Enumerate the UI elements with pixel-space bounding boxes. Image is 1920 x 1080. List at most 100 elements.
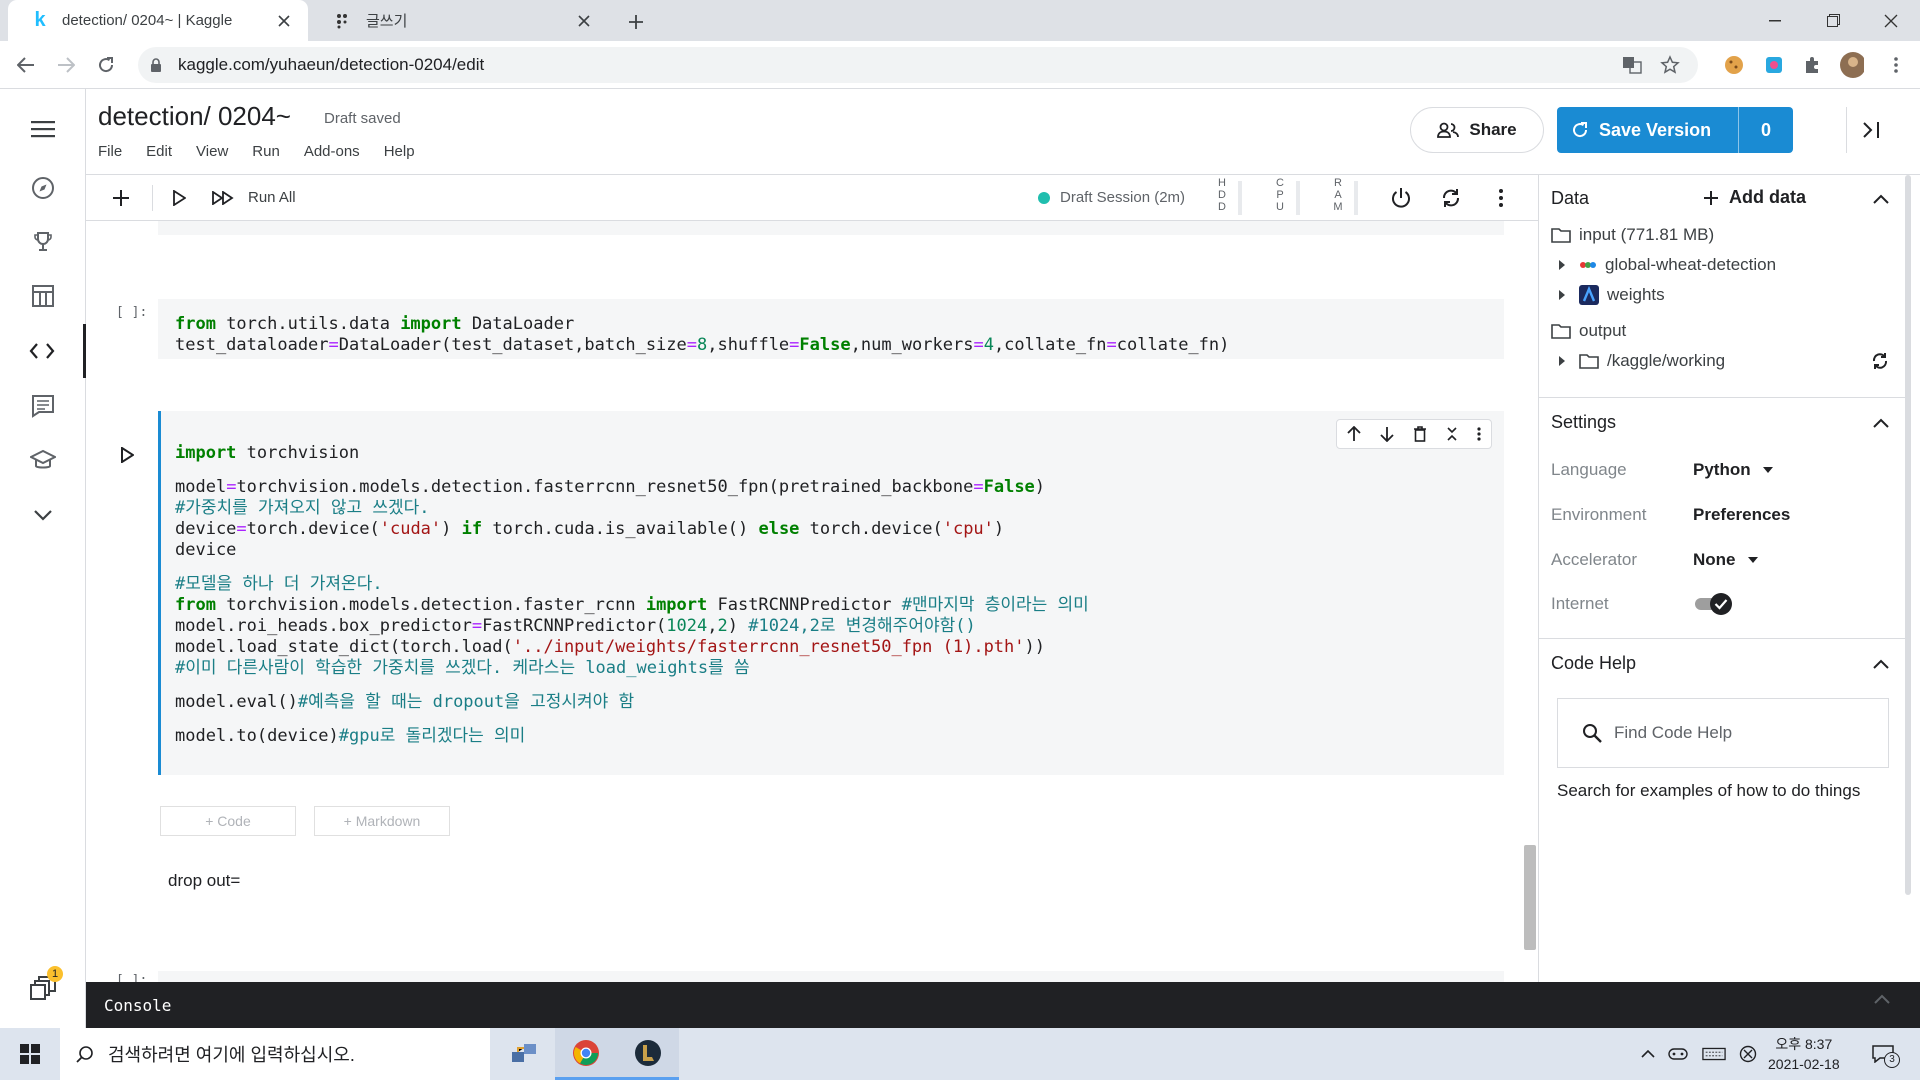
menu-addons[interactable]: Add-ons xyxy=(304,143,360,160)
notebook-title[interactable]: detection/ 0204~ xyxy=(98,101,291,132)
add-cell-icon[interactable] xyxy=(106,183,136,213)
reload-icon[interactable] xyxy=(92,51,120,79)
menu-view[interactable]: View xyxy=(196,143,228,160)
tab-kaggle[interactable]: k detection/ 0204~ | Kaggle xyxy=(8,0,308,41)
code-cell-partial[interactable] xyxy=(158,221,1504,235)
console-expand-chevron-up-icon[interactable] xyxy=(1874,994,1890,1004)
puzzle-extensions-icon[interactable] xyxy=(1800,53,1824,77)
browser-menu-icon[interactable] xyxy=(1884,53,1908,77)
tab-title: detection/ 0204~ | Kaggle xyxy=(62,12,233,29)
tab-close-icon[interactable] xyxy=(572,9,596,33)
language-select[interactable]: Python xyxy=(1693,460,1773,480)
collapse-cell-icon[interactable] xyxy=(1446,426,1458,442)
output-folder[interactable]: output xyxy=(1551,321,1626,341)
comments-icon[interactable] xyxy=(0,379,86,433)
markdown-cell-text[interactable]: drop out= xyxy=(168,871,240,891)
trophy-icon[interactable] xyxy=(0,215,86,269)
hamburger-menu-icon[interactable] xyxy=(0,102,86,156)
game-app-icon[interactable] xyxy=(617,1028,679,1080)
new-tab-icon[interactable] xyxy=(622,8,650,36)
code-cell-partial[interactable] xyxy=(158,971,1504,982)
notebook-scrollbar[interactable] xyxy=(1524,845,1536,950)
caret-right-icon[interactable] xyxy=(1559,260,1565,270)
dataset-item[interactable]: global-wheat-detection xyxy=(1559,255,1776,275)
code-icon[interactable] xyxy=(0,324,86,378)
code-help-collapse-chevron-up-icon[interactable] xyxy=(1869,652,1893,676)
minimize-icon[interactable] xyxy=(1746,0,1804,41)
menu-run[interactable]: Run xyxy=(252,143,280,160)
maximize-icon[interactable] xyxy=(1804,0,1862,41)
run-cell-icon[interactable] xyxy=(164,183,194,213)
tab-writing[interactable]: 글쓰기 xyxy=(312,0,608,41)
collapse-panel-icon[interactable] xyxy=(1846,107,1894,153)
action-center-icon[interactable]: 3 xyxy=(1866,1040,1900,1068)
environment-preferences-link[interactable]: Preferences xyxy=(1693,505,1790,525)
profile-avatar[interactable] xyxy=(1840,52,1864,78)
bookmark-star-icon[interactable] xyxy=(1660,55,1680,75)
close-window-icon[interactable] xyxy=(1862,0,1920,41)
data-collapse-chevron-up-icon[interactable] xyxy=(1869,187,1893,211)
keyboard-icon[interactable] xyxy=(1702,1042,1726,1066)
find-code-help-input[interactable]: Find Code Help xyxy=(1557,698,1889,768)
settings-section-title: Settings xyxy=(1551,412,1617,432)
move-up-icon[interactable] xyxy=(1346,426,1361,442)
folder-icon xyxy=(1579,353,1599,369)
run-all-label[interactable]: Run All xyxy=(248,189,296,206)
taskbar-clock[interactable]: 오후 8:37 2021-02-18 xyxy=(1768,1034,1840,1074)
taskbar-search-box[interactable]: 검색하려면 여기에 입력하십시오. xyxy=(60,1028,490,1080)
input-folder[interactable]: input (771.81 MB) xyxy=(1551,225,1714,245)
compass-icon[interactable] xyxy=(0,161,86,215)
learn-cap-icon[interactable] xyxy=(0,433,86,487)
notebook-toolbar: Run All Draft Session (2m) HDD CPU RAM xyxy=(86,175,1538,221)
cell-more-icon[interactable] xyxy=(1477,427,1481,441)
code-help-section-title: Code Help xyxy=(1551,653,1637,673)
network-app-icon[interactable] xyxy=(493,1028,555,1080)
cookie-extension-icon[interactable] xyxy=(1722,53,1746,77)
back-icon[interactable] xyxy=(12,51,40,79)
add-code-cell-button[interactable]: + Code xyxy=(160,806,296,836)
run-cell-play-icon[interactable] xyxy=(120,447,134,463)
menu-help[interactable]: Help xyxy=(384,143,415,160)
session-status[interactable]: Draft Session (2m) xyxy=(1038,189,1185,206)
code-line: #모델을 하나 더 가져온다. xyxy=(175,574,383,594)
screenshot-extension-icon[interactable] xyxy=(1762,53,1786,77)
right-panel-scrollbar[interactable] xyxy=(1905,175,1911,895)
chrome-app-icon[interactable] xyxy=(555,1028,617,1080)
refresh-output-icon[interactable] xyxy=(1871,352,1889,370)
forward-icon[interactable] xyxy=(52,51,80,79)
share-button[interactable]: Share xyxy=(1410,107,1544,153)
add-data-button[interactable]: Add data xyxy=(1703,187,1806,208)
menu-file[interactable]: File xyxy=(98,143,122,160)
dataset-item[interactable]: weights xyxy=(1559,285,1665,305)
save-version-button[interactable]: Save Version 0 xyxy=(1557,107,1793,153)
windows-start-icon[interactable] xyxy=(0,1028,60,1080)
tray-chevron-up-icon[interactable] xyxy=(1636,1042,1660,1066)
hdd-meter-label: HDD xyxy=(1218,177,1226,213)
translate-icon[interactable] xyxy=(1622,56,1642,74)
accelerator-select[interactable]: None xyxy=(1693,550,1758,570)
version-count[interactable]: 0 xyxy=(1739,120,1793,141)
caret-right-icon[interactable] xyxy=(1559,356,1565,366)
power-icon[interactable] xyxy=(1386,183,1416,213)
more-options-icon[interactable] xyxy=(1486,183,1516,213)
output-item[interactable]: /kaggle/working xyxy=(1559,351,1725,371)
move-down-icon[interactable] xyxy=(1380,426,1394,442)
settings-collapse-chevron-up-icon[interactable] xyxy=(1869,411,1893,435)
run-all-icon[interactable] xyxy=(208,183,238,213)
table-icon[interactable] xyxy=(0,269,86,323)
add-markdown-cell-button[interactable]: + Markdown xyxy=(314,806,450,836)
address-bar[interactable]: kaggle.com/yuhaeun/detection-0204/edit xyxy=(138,47,1698,83)
restart-icon[interactable] xyxy=(1436,183,1466,213)
internet-toggle[interactable] xyxy=(1693,592,1735,616)
caret-right-icon[interactable] xyxy=(1559,290,1565,300)
code-line: #이미 다른사람이 학습한 가중치를 쓰겠다. 케라스는 load_weight… xyxy=(175,658,750,678)
tab-close-icon[interactable] xyxy=(272,9,296,33)
notebooks-stack-icon[interactable]: 1 xyxy=(0,962,86,1016)
console-bar[interactable]: Console xyxy=(86,982,1920,1028)
tray-controller-icon[interactable] xyxy=(1666,1042,1690,1066)
menu-edit[interactable]: Edit xyxy=(146,143,172,160)
delete-trash-icon[interactable] xyxy=(1413,426,1427,442)
kaggle-favicon-icon: k xyxy=(34,9,46,31)
ime-mode-icon[interactable] xyxy=(1736,1042,1760,1066)
more-chevron-down-icon[interactable] xyxy=(0,488,86,542)
